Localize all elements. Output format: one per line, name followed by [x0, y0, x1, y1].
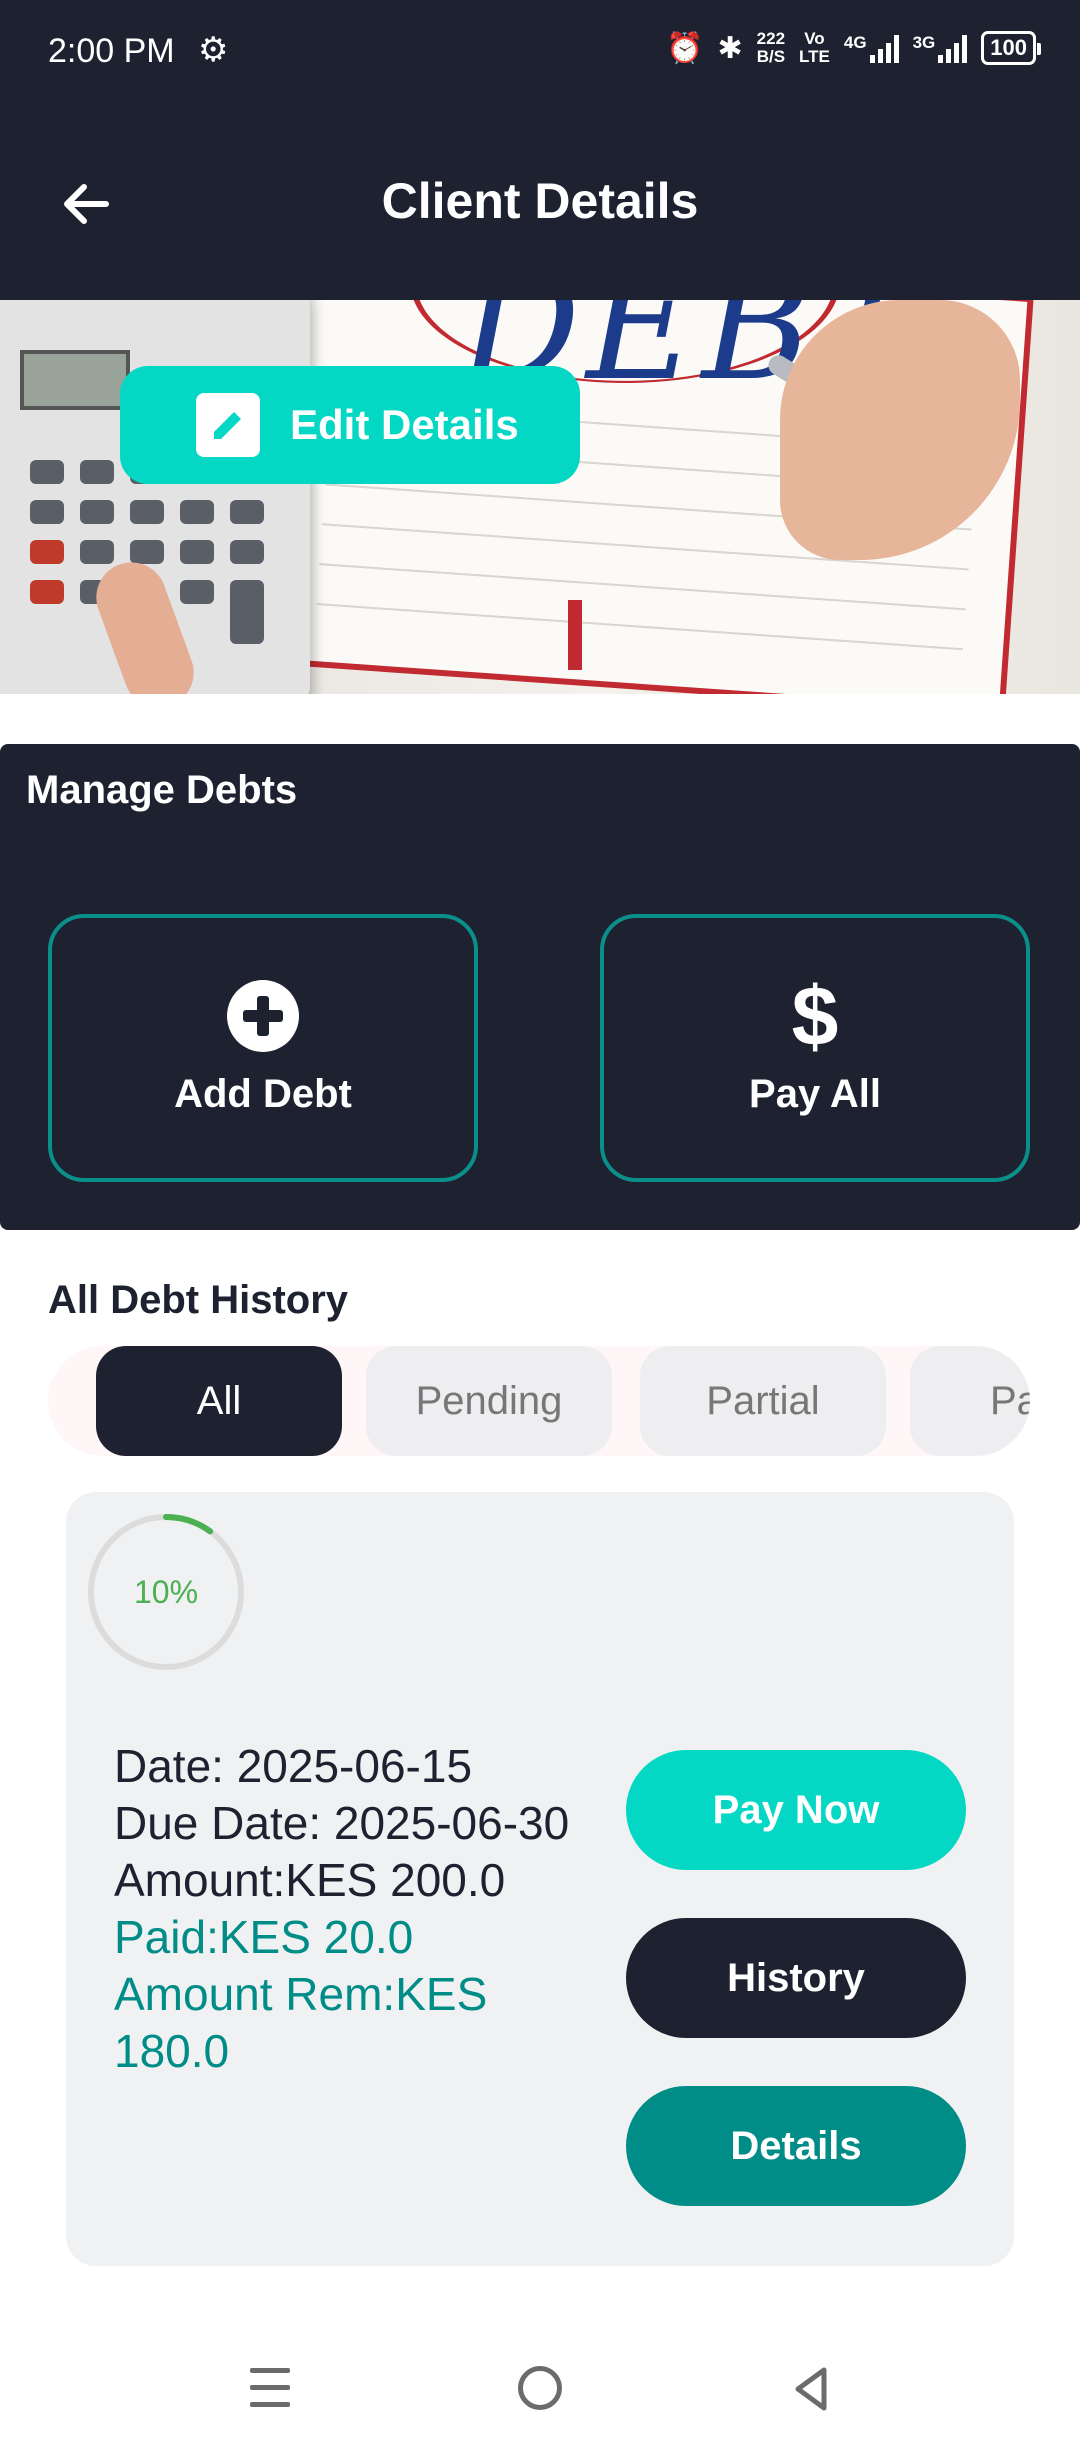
- status-icons: ⏰ ✱ 222 B/S Vo LTE 4G 3G 100: [666, 29, 1041, 66]
- system-nav-bar: [0, 2340, 1080, 2460]
- status-time: 2:00 PM: [48, 32, 175, 70]
- app-bar: Client Details: [0, 110, 1080, 300]
- pay-all-button[interactable]: $ Pay All: [600, 914, 1030, 1182]
- details-button[interactable]: Details: [626, 2086, 966, 2206]
- edit-pencil-icon: [196, 393, 260, 457]
- bluetooth-icon: ✱: [717, 31, 743, 65]
- debt-info: Date: 2025-06-15 Due Date: 2025-06-30 Am…: [114, 1738, 614, 2080]
- history-button[interactable]: History: [626, 1918, 966, 2038]
- debt-card: 10% Date: 2025-06-15 Due Date: 2025-06-3…: [66, 1492, 1014, 2266]
- settings-gear-icon: ⚙: [198, 31, 229, 69]
- edit-details-label: Edit Details: [290, 401, 519, 448]
- debt-history-title: All Debt History: [48, 1278, 349, 1322]
- debt-amount: Amount:KES 200.0: [114, 1854, 506, 1906]
- home-circle-icon[interactable]: [518, 2366, 562, 2410]
- progress-percent: 10%: [133, 1573, 199, 1610]
- add-circle-icon: [227, 979, 299, 1052]
- debt-remaining-label: Amount Rem:KES: [114, 1968, 488, 2020]
- status-bar: 2:00 PM ⚙ ⏰ ✱ 222 B/S Vo LTE 4G 3G 100: [0, 0, 1080, 110]
- pay-all-label: Pay All: [749, 1071, 881, 1116]
- manage-debts-title: Manage Debts: [26, 768, 298, 812]
- net-speed: 222 B/S: [756, 29, 786, 66]
- page-title: Client Details: [381, 173, 699, 229]
- dollar-icon: $: [791, 968, 839, 1063]
- hero-image: DEBT Edit Details: [0, 300, 1080, 694]
- add-debt-button[interactable]: Add Debt: [48, 914, 478, 1182]
- filter-chip-paid[interactable]: Pa: [910, 1346, 1030, 1456]
- signal-icon-sim2: 3G: [913, 33, 968, 63]
- pay-now-button[interactable]: Pay Now: [626, 1750, 966, 1870]
- filter-chip-all[interactable]: All: [96, 1346, 342, 1456]
- manage-debts-panel: Manage Debts Add Debt $ Pay All: [0, 744, 1080, 1230]
- debt-due-date: Due Date: 2025-06-30: [114, 1797, 570, 1849]
- status-filter-bar: All Pending Partial Pa: [48, 1346, 1030, 1456]
- debt-paid: Paid:KES 20.0: [114, 1911, 414, 1963]
- filter-chip-partial[interactable]: Partial: [640, 1346, 886, 1456]
- edit-details-button[interactable]: Edit Details: [120, 366, 580, 484]
- signal-icon-sim1: 4G: [844, 33, 899, 63]
- volte-indicator: Vo LTE: [799, 29, 830, 66]
- recents-menu-icon[interactable]: [250, 2368, 290, 2412]
- battery-icon: 100: [981, 31, 1041, 65]
- debt-date: Date: 2025-06-15: [114, 1740, 473, 1792]
- alarm-icon: ⏰: [666, 31, 704, 65]
- add-debt-label: Add Debt: [174, 1071, 352, 1116]
- debt-remaining-value: 180.0: [114, 2025, 230, 2077]
- filter-chip-pending[interactable]: Pending: [366, 1346, 612, 1456]
- back-triangle-icon[interactable]: [790, 2364, 830, 2414]
